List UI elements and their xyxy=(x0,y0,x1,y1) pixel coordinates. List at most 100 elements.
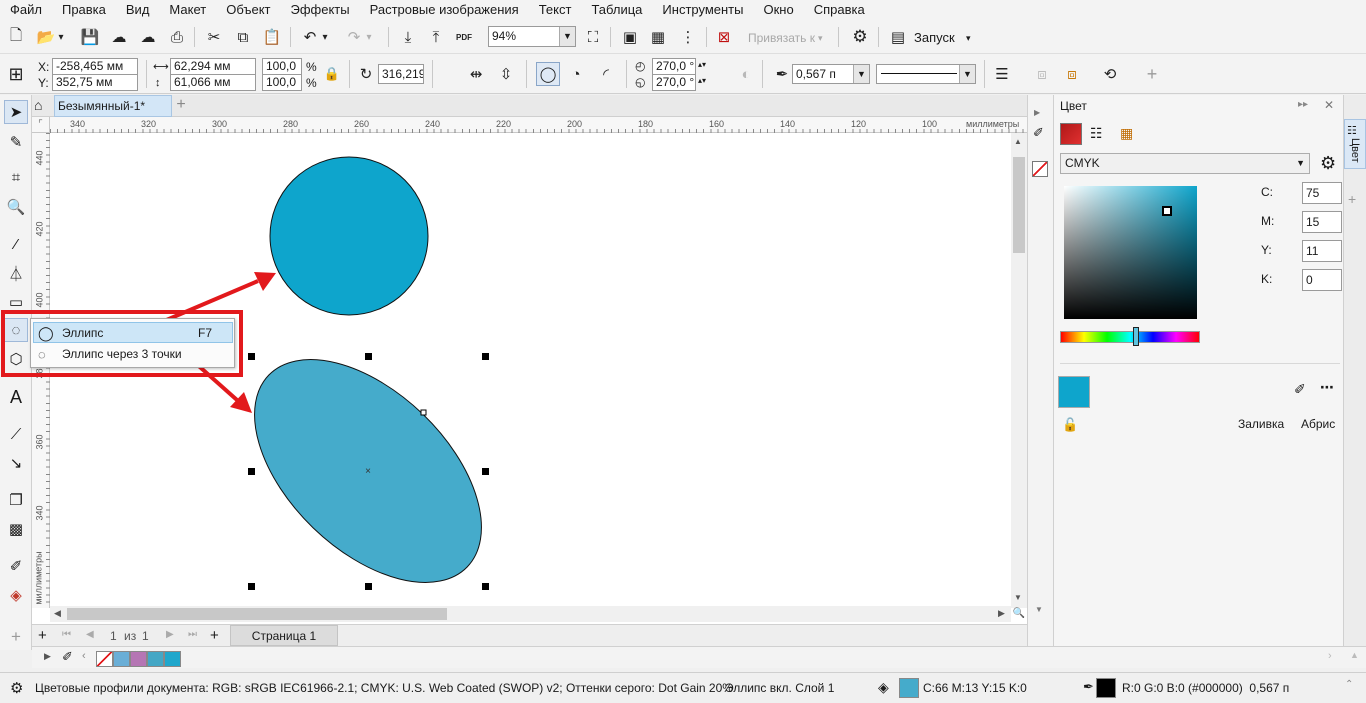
color-profiles-text[interactable]: Цветовые профили документа: RGB: sRGB IE… xyxy=(35,681,733,695)
text-tool-icon[interactable]: A xyxy=(4,385,28,409)
cut-icon[interactable]: ✂ xyxy=(202,25,226,49)
scroll-down-icon[interactable]: ▼ xyxy=(1035,605,1043,614)
node-handle[interactable] xyxy=(420,409,427,416)
fill-tool-icon[interactable]: ◈ xyxy=(4,583,28,607)
x-position-field[interactable]: -258,465 мм xyxy=(52,58,138,75)
tab-page-1[interactable]: Страница 1 xyxy=(230,625,338,646)
copy-icon[interactable]: ⧉ xyxy=(231,25,255,49)
snap-off-icon[interactable]: ⊠ xyxy=(712,25,736,49)
palette-swatch[interactable] xyxy=(164,651,181,667)
full-screen-preview-icon[interactable]: ▣ xyxy=(618,25,642,49)
add-docker-icon[interactable]: + xyxy=(1348,191,1356,207)
to-front-icon[interactable]: ⧈ xyxy=(1060,62,1084,86)
eyedropper-icon[interactable]: ✐ xyxy=(1033,125,1044,141)
dimension-tool-icon[interactable]: ⟋ xyxy=(4,422,28,446)
palette-expand-icon[interactable]: ▶ xyxy=(44,651,51,662)
export-icon[interactable]: ⤒ xyxy=(424,25,448,49)
scroll-thumb[interactable] xyxy=(67,608,447,620)
c-value-field[interactable]: 75 xyxy=(1302,182,1342,204)
collapse-docker-icon[interactable]: ▸▸ xyxy=(1298,99,1308,110)
eyedropper-tool-icon[interactable]: ✐ xyxy=(4,554,28,578)
menu-table[interactable]: Таблица xyxy=(581,0,652,20)
vertical-ruler[interactable]: 440 420 400 380 360 340 миллиметры xyxy=(32,133,50,608)
paste-icon[interactable]: 📋 xyxy=(260,25,284,49)
mirror-horizontal-icon[interactable]: ⇹ xyxy=(464,62,488,86)
color-viewers-icon[interactable] xyxy=(1060,123,1082,145)
selection-handle[interactable] xyxy=(365,583,372,590)
prev-page-icon[interactable]: ◀ xyxy=(86,629,94,640)
scroll-left-icon[interactable]: ◀ xyxy=(54,608,61,619)
spin-icon[interactable]: ▴▾ xyxy=(698,73,706,89)
color-palettes-icon[interactable]: ▦ xyxy=(1120,125,1133,142)
undo-dropdown-icon[interactable]: ▾ xyxy=(318,25,332,49)
selection-handle[interactable] xyxy=(248,468,255,475)
menu-edit[interactable]: Правка xyxy=(52,0,116,20)
shape-tool-icon[interactable]: ✎ xyxy=(4,130,28,154)
zoom-tool-icon[interactable]: 🔍 xyxy=(4,195,28,219)
pdf-icon[interactable]: PDF xyxy=(452,25,476,49)
flyout-item-ellipse[interactable]: ◯ Эллипс F7 xyxy=(33,322,233,343)
chevron-down-icon[interactable]: ▼ xyxy=(559,27,575,46)
cloud-upload-icon[interactable]: ☁ xyxy=(136,25,160,49)
lock-ratio-icon[interactable]: 🔒 xyxy=(320,62,344,86)
transparency-tool-icon[interactable]: ▩ xyxy=(4,517,28,541)
ellipse-tool-icon[interactable]: ◌ xyxy=(4,318,28,342)
menu-view[interactable]: Вид xyxy=(116,0,160,20)
redo-dropdown-icon[interactable]: ▾ xyxy=(362,25,376,49)
k-value-field[interactable]: 0 xyxy=(1302,269,1342,291)
tab-color[interactable]: ☷ Цвет xyxy=(1344,119,1366,169)
palette-scroll-right-icon[interactable]: › xyxy=(1328,650,1332,662)
menu-object[interactable]: Объект xyxy=(216,0,280,20)
snap-dropdown-icon[interactable]: ▾ xyxy=(818,30,823,46)
freehand-tool-icon[interactable]: ⁄ xyxy=(4,232,28,256)
pick-tool-icon[interactable]: ➤ xyxy=(4,100,28,124)
y-value-field[interactable]: 11 xyxy=(1302,240,1342,262)
convert-curves-icon[interactable]: ⟲ xyxy=(1098,62,1122,86)
hue-slider[interactable] xyxy=(1060,331,1200,343)
zoom-corner-icon[interactable]: 🔍 xyxy=(1011,606,1027,622)
new-document-icon[interactable]: 🗋 xyxy=(4,25,28,49)
horizontal-scrollbar[interactable]: ◀ ▶ xyxy=(50,606,1011,622)
color-sliders-icon[interactable]: ☷ xyxy=(1090,125,1103,142)
menu-layout[interactable]: Макет xyxy=(159,0,216,20)
cloud-download-icon[interactable]: ☁ xyxy=(107,25,131,49)
scale-height-field[interactable]: 100,0 xyxy=(262,74,302,91)
fill-color-swatch[interactable] xyxy=(899,678,919,698)
add-tool-icon[interactable]: + xyxy=(4,625,28,649)
launch-dropdown-icon[interactable]: ▾ xyxy=(966,30,971,46)
color-options-gear-icon[interactable]: ⚙ xyxy=(1320,153,1336,174)
selection-handle[interactable] xyxy=(248,583,255,590)
ruler-origin-icon[interactable]: ⌜ xyxy=(32,117,50,133)
add-page-after-icon[interactable]: + xyxy=(210,627,219,644)
lock-icon[interactable]: 🔓 xyxy=(1062,417,1078,433)
eyedropper-icon[interactable]: ✐ xyxy=(1294,381,1306,398)
zoom-combo[interactable]: 94% ▼ xyxy=(488,26,576,47)
m-value-field[interactable]: 15 xyxy=(1302,211,1342,233)
color-model-select[interactable]: CMYK ▼ xyxy=(1060,153,1310,174)
eyedropper-icon[interactable]: ✐ xyxy=(62,649,73,665)
selection-handle[interactable] xyxy=(482,583,489,590)
wrap-text-icon[interactable]: ☰ xyxy=(990,62,1014,86)
menu-text[interactable]: Текст xyxy=(529,0,582,20)
palette-scroll-left-icon[interactable]: ‹ xyxy=(82,650,86,662)
expand-icon[interactable]: ▶ xyxy=(1034,108,1040,117)
color-picker-cursor[interactable] xyxy=(1162,206,1172,216)
selection-handle[interactable] xyxy=(482,353,489,360)
end-angle-field[interactable]: 270,0 ° xyxy=(652,74,696,91)
scroll-up-icon[interactable]: ▲ xyxy=(1014,137,1022,146)
no-color-swatch[interactable] xyxy=(96,651,113,667)
horizontal-ruler[interactable]: 340 320 300 280 260 240 220 200 180 160 … xyxy=(50,117,1027,133)
spin-icon[interactable]: ▴▾ xyxy=(698,57,706,73)
fill-button[interactable]: Заливка xyxy=(1238,417,1284,431)
drawing-canvas[interactable]: × xyxy=(32,117,1027,624)
to-back-icon[interactable]: ⧈ xyxy=(1030,62,1054,86)
import-icon[interactable]: ⤓ xyxy=(396,25,420,49)
first-page-icon[interactable]: ⏮ xyxy=(62,629,71,640)
show-grid-icon[interactable]: ▦ xyxy=(646,25,670,49)
change-direction-icon[interactable]: ◐ xyxy=(734,62,758,86)
rotation-field[interactable]: 316,219 xyxy=(378,64,424,84)
scroll-right-icon[interactable]: ▶ xyxy=(998,608,1005,619)
selection-handle[interactable] xyxy=(248,353,255,360)
y-position-field[interactable]: 352,75 мм xyxy=(52,74,138,91)
launch-label[interactable]: Запуск xyxy=(914,30,955,46)
